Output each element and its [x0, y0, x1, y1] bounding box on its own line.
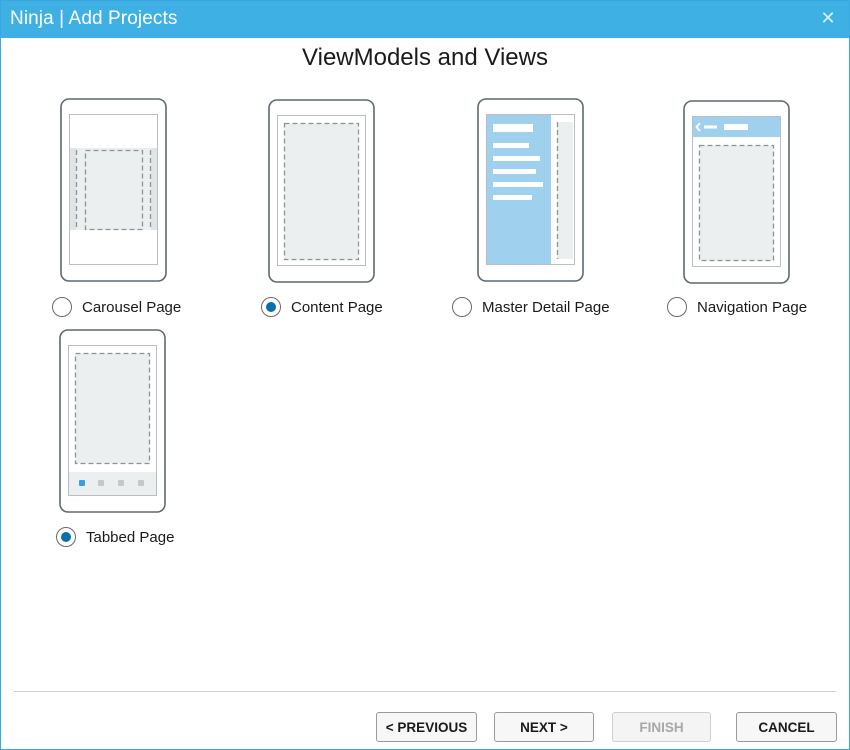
radio-button-selected[interactable] — [56, 527, 76, 547]
title-bar[interactable]: Ninja | Add Projects ✕ — [1, 1, 849, 38]
radio-button[interactable] — [52, 297, 72, 317]
option-label: Master Detail Page — [482, 298, 610, 316]
tabbed-page-radio[interactable]: Tabbed Page — [56, 527, 174, 547]
carousel-page-icon — [60, 98, 167, 282]
option-label: Tabbed Page — [86, 528, 175, 546]
radio-button[interactable] — [667, 297, 687, 317]
window-title: Ninja | Add Projects — [10, 8, 178, 29]
radio-button[interactable] — [452, 297, 472, 317]
footer-divider — [14, 691, 836, 692]
master-detail-page-icon — [477, 98, 584, 282]
option-label: Carousel Page — [82, 298, 182, 316]
navigation-page-radio[interactable]: Navigation Page — [667, 297, 807, 317]
close-icon[interactable]: ✕ — [819, 9, 837, 27]
master-detail-page-radio[interactable]: Master Detail Page — [452, 297, 610, 317]
content-page-icon — [268, 99, 375, 283]
content-page-radio[interactable]: Content Page — [261, 297, 383, 317]
cancel-button[interactable]: CANCEL — [736, 712, 837, 742]
page-title: ViewModels and Views — [302, 44, 548, 71]
finish-button[interactable]: FINISH — [612, 712, 711, 742]
option-label: Navigation Page — [697, 298, 808, 316]
next-button[interactable]: NEXT > — [494, 712, 594, 742]
navigation-page-icon — [683, 100, 790, 284]
option-label: Content Page — [291, 298, 383, 316]
carousel-page-radio[interactable]: Carousel Page — [52, 297, 181, 317]
tabbed-page-icon — [59, 329, 166, 513]
previous-button[interactable]: < PREVIOUS — [376, 712, 477, 742]
radio-button-selected[interactable] — [261, 297, 281, 317]
